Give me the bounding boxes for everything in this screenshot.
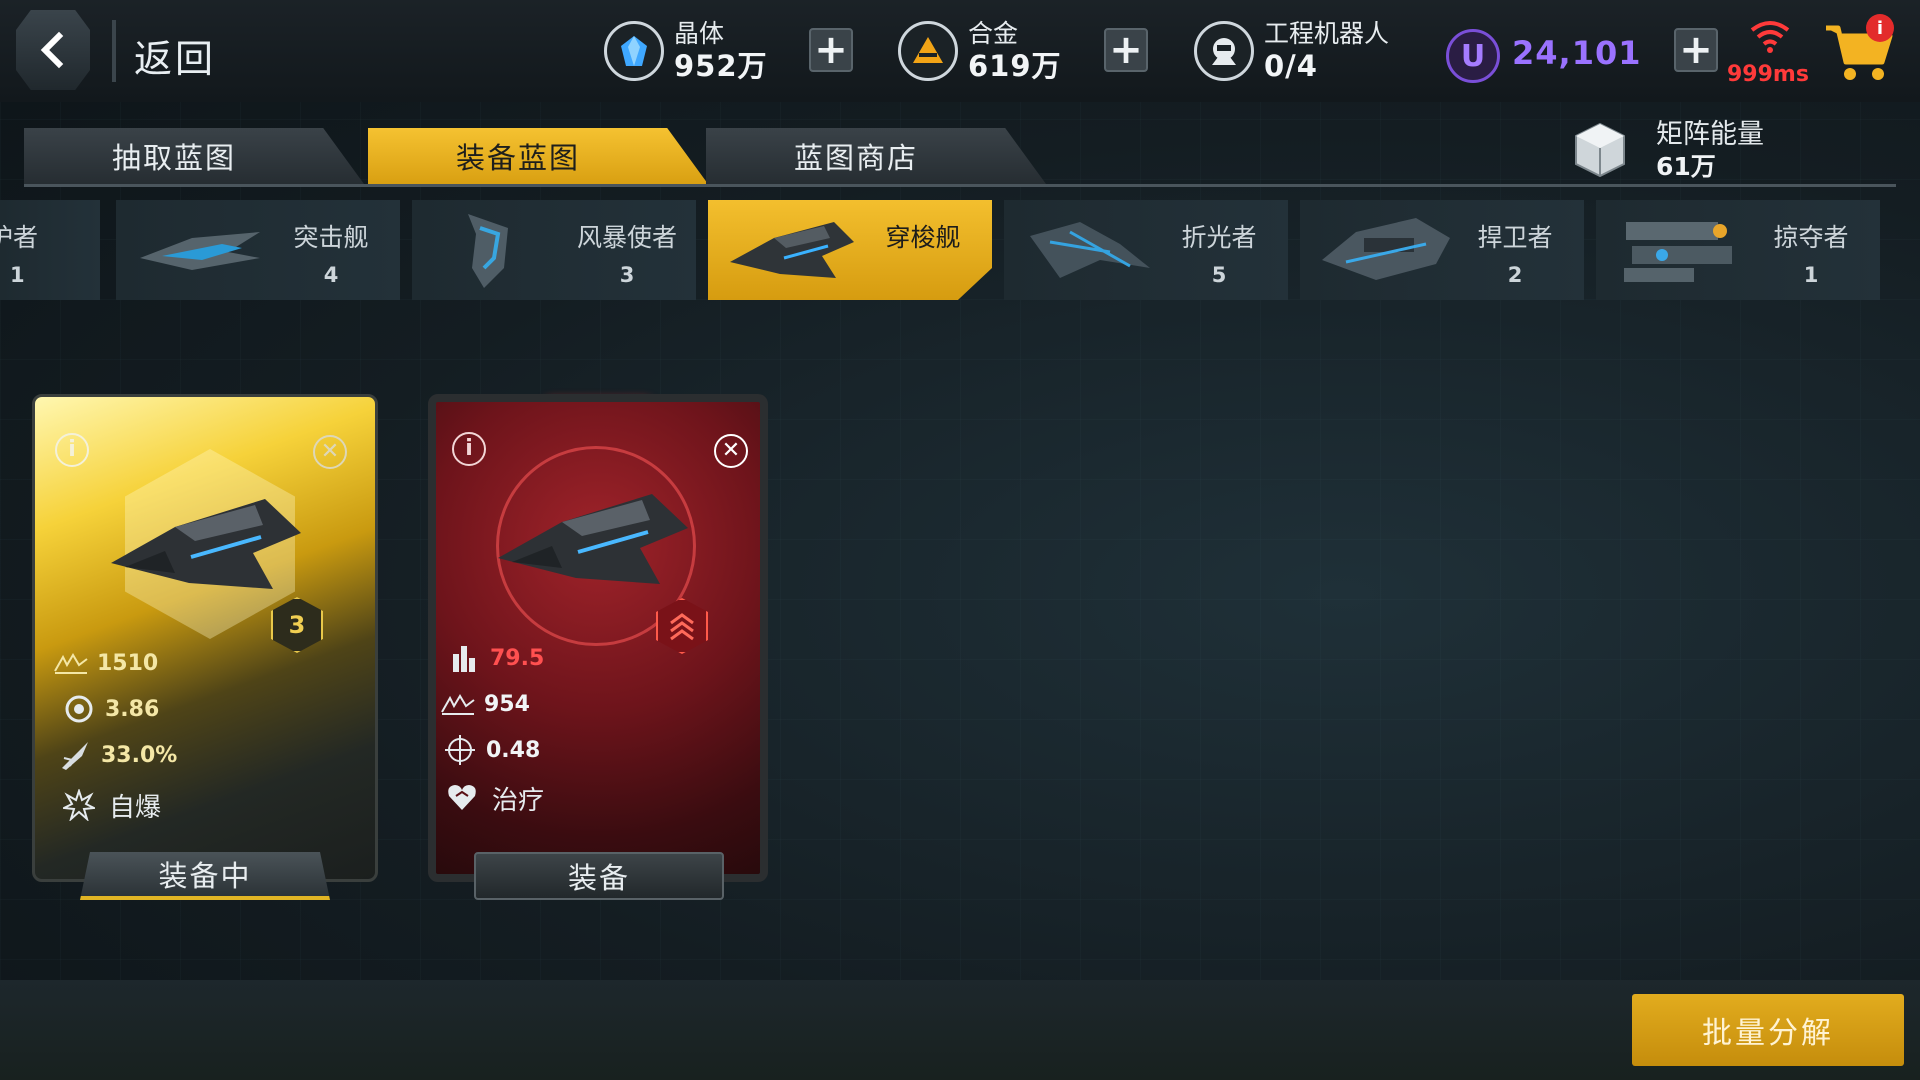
marauder-icon: [1624, 222, 1732, 282]
category-count: 2: [1507, 263, 1523, 287]
category-count: 1: [10, 263, 25, 287]
stat-damage: 79.5: [446, 642, 544, 674]
hp-icon: [53, 647, 89, 679]
rank-value: 3: [288, 611, 306, 639]
ucoin-icon: U: [1446, 29, 1500, 83]
top-bar: 返回 晶体 952万 + 合金 619万 + 工程机器人 0/4 U 24,10…: [0, 0, 1920, 102]
matrix-cube-icon: [1575, 122, 1625, 178]
category-name: 折光者: [1181, 223, 1257, 252]
category-assault-ship[interactable]: 突击舰 4: [116, 200, 400, 300]
batch-dismantle-button[interactable]: 批量分解: [1632, 994, 1904, 1066]
heal-icon: [446, 782, 480, 816]
divider: [112, 20, 116, 82]
crystal-icon: [604, 21, 664, 81]
crit-icon: [57, 739, 93, 771]
back-label[interactable]: 返回: [134, 28, 216, 83]
refractor-icon: [1030, 222, 1150, 278]
resource-name: 工程机器人: [1264, 19, 1390, 48]
shuttle-ship-image: [498, 494, 688, 584]
blueprint-card[interactable]: i ✕ 79.5 954 0.48 治疗: [428, 394, 768, 882]
resource-name: 合金: [968, 19, 1019, 48]
category-name: 突击舰: [293, 223, 369, 252]
stat-hp: 954: [440, 688, 530, 720]
storm-envoy-icon: [468, 214, 508, 288]
shuttle-icon: [730, 222, 854, 278]
robot-icon: [1194, 21, 1254, 81]
category-count: 1: [1803, 263, 1819, 287]
equip-button[interactable]: 装备: [474, 852, 724, 900]
stat-accuracy: 0.48: [442, 734, 540, 766]
stat-speed: 3.86: [61, 693, 159, 725]
category-name: 捍卫者: [1477, 223, 1553, 252]
resource-robot: 工程机器人 0/4: [1194, 18, 1389, 84]
category-refractor[interactable]: 折光者 5: [1004, 200, 1288, 300]
stat-hp: 1510: [53, 647, 158, 679]
add-crystal-button[interactable]: +: [809, 28, 853, 72]
category-defender[interactable]: 捍卫者 2: [1300, 200, 1584, 300]
close-icon[interactable]: ✕: [313, 435, 347, 469]
category-name: 风暴使者: [576, 223, 677, 252]
equipped-button[interactable]: 装备中: [80, 852, 330, 900]
info-icon[interactable]: i: [55, 433, 89, 467]
info-icon[interactable]: i: [452, 432, 486, 466]
stat-value: 3.86: [105, 696, 160, 722]
category-partial[interactable]: 护者 1: [0, 200, 100, 300]
hp-icon: [440, 688, 476, 720]
tab-blueprint-shop[interactable]: 蓝图商店: [706, 128, 1046, 184]
add-alloy-button[interactable]: +: [1104, 28, 1148, 72]
resource-value: 619万: [968, 49, 1062, 83]
shuttle-ship-image: [111, 499, 301, 589]
category-name: 护者: [0, 223, 39, 252]
matrix-energy-value: 61万: [1656, 152, 1716, 181]
close-icon[interactable]: ✕: [714, 434, 748, 468]
tab-draw-blueprint[interactable]: 抽取蓝图: [24, 128, 364, 184]
resource-crystal: 晶体 952万: [604, 18, 768, 84]
stat-value: 954: [484, 691, 530, 717]
wifi-icon: [1750, 21, 1790, 53]
category-count: 5: [1211, 263, 1227, 287]
arrow-left-icon: [40, 31, 64, 69]
category-count: 3: [619, 263, 635, 287]
accuracy-icon: [442, 734, 478, 766]
category-shuttle[interactable]: 穿梭舰: [708, 200, 992, 300]
speed-icon: [61, 693, 97, 725]
notification-badge: i: [1866, 14, 1894, 42]
matrix-energy-label: 矩阵能量: [1656, 119, 1764, 150]
tab-equip-blueprint[interactable]: 装备蓝图: [368, 128, 708, 184]
resource-value: 0/4: [1264, 49, 1318, 83]
ucoin-value: 24,101: [1512, 34, 1642, 72]
stat-value: 0.48: [486, 737, 541, 763]
damage-icon: [446, 642, 482, 674]
stat-crit: 33.0%: [57, 739, 177, 771]
ping-value: 999ms: [1727, 62, 1809, 87]
ship-category-strip: 护者 1 突击舰 4 风暴使者 3 穿梭舰 折光者 5 捍卫者 2 掠夺者 1: [0, 200, 1920, 302]
category-name: 穿梭舰: [885, 223, 961, 252]
stat-value: 79.5: [490, 645, 545, 671]
resource-value: 952万: [674, 49, 768, 83]
alloy-icon: [898, 21, 958, 81]
category-marauder[interactable]: 掠夺者 1: [1596, 200, 1880, 300]
stat-value: 33.0%: [101, 742, 178, 768]
back-button[interactable]: [16, 10, 90, 90]
assault-ship-icon: [140, 232, 260, 270]
skill-label: 治疗: [492, 786, 545, 816]
matrix-energy: 矩阵能量 61万: [1570, 120, 1764, 180]
add-ucoin-button[interactable]: +: [1674, 28, 1718, 72]
resource-name: 晶体: [674, 19, 725, 48]
category-count: 4: [323, 263, 339, 287]
stat-value: 1510: [97, 650, 159, 676]
tabs-underline: [24, 184, 1896, 187]
explode-icon: [63, 788, 97, 823]
skill-label: 自爆: [109, 793, 162, 823]
skill: 治疗: [446, 780, 544, 817]
blueprint-card-equipped[interactable]: i ✕ 3 1510 3.86 33.0% 自爆: [32, 394, 378, 882]
category-storm-envoy[interactable]: 风暴使者 3: [412, 200, 696, 300]
defender-icon: [1322, 218, 1450, 280]
category-name: 掠夺者: [1773, 223, 1849, 252]
resource-alloy: 合金 619万: [898, 18, 1062, 84]
skill: 自爆: [63, 787, 161, 824]
